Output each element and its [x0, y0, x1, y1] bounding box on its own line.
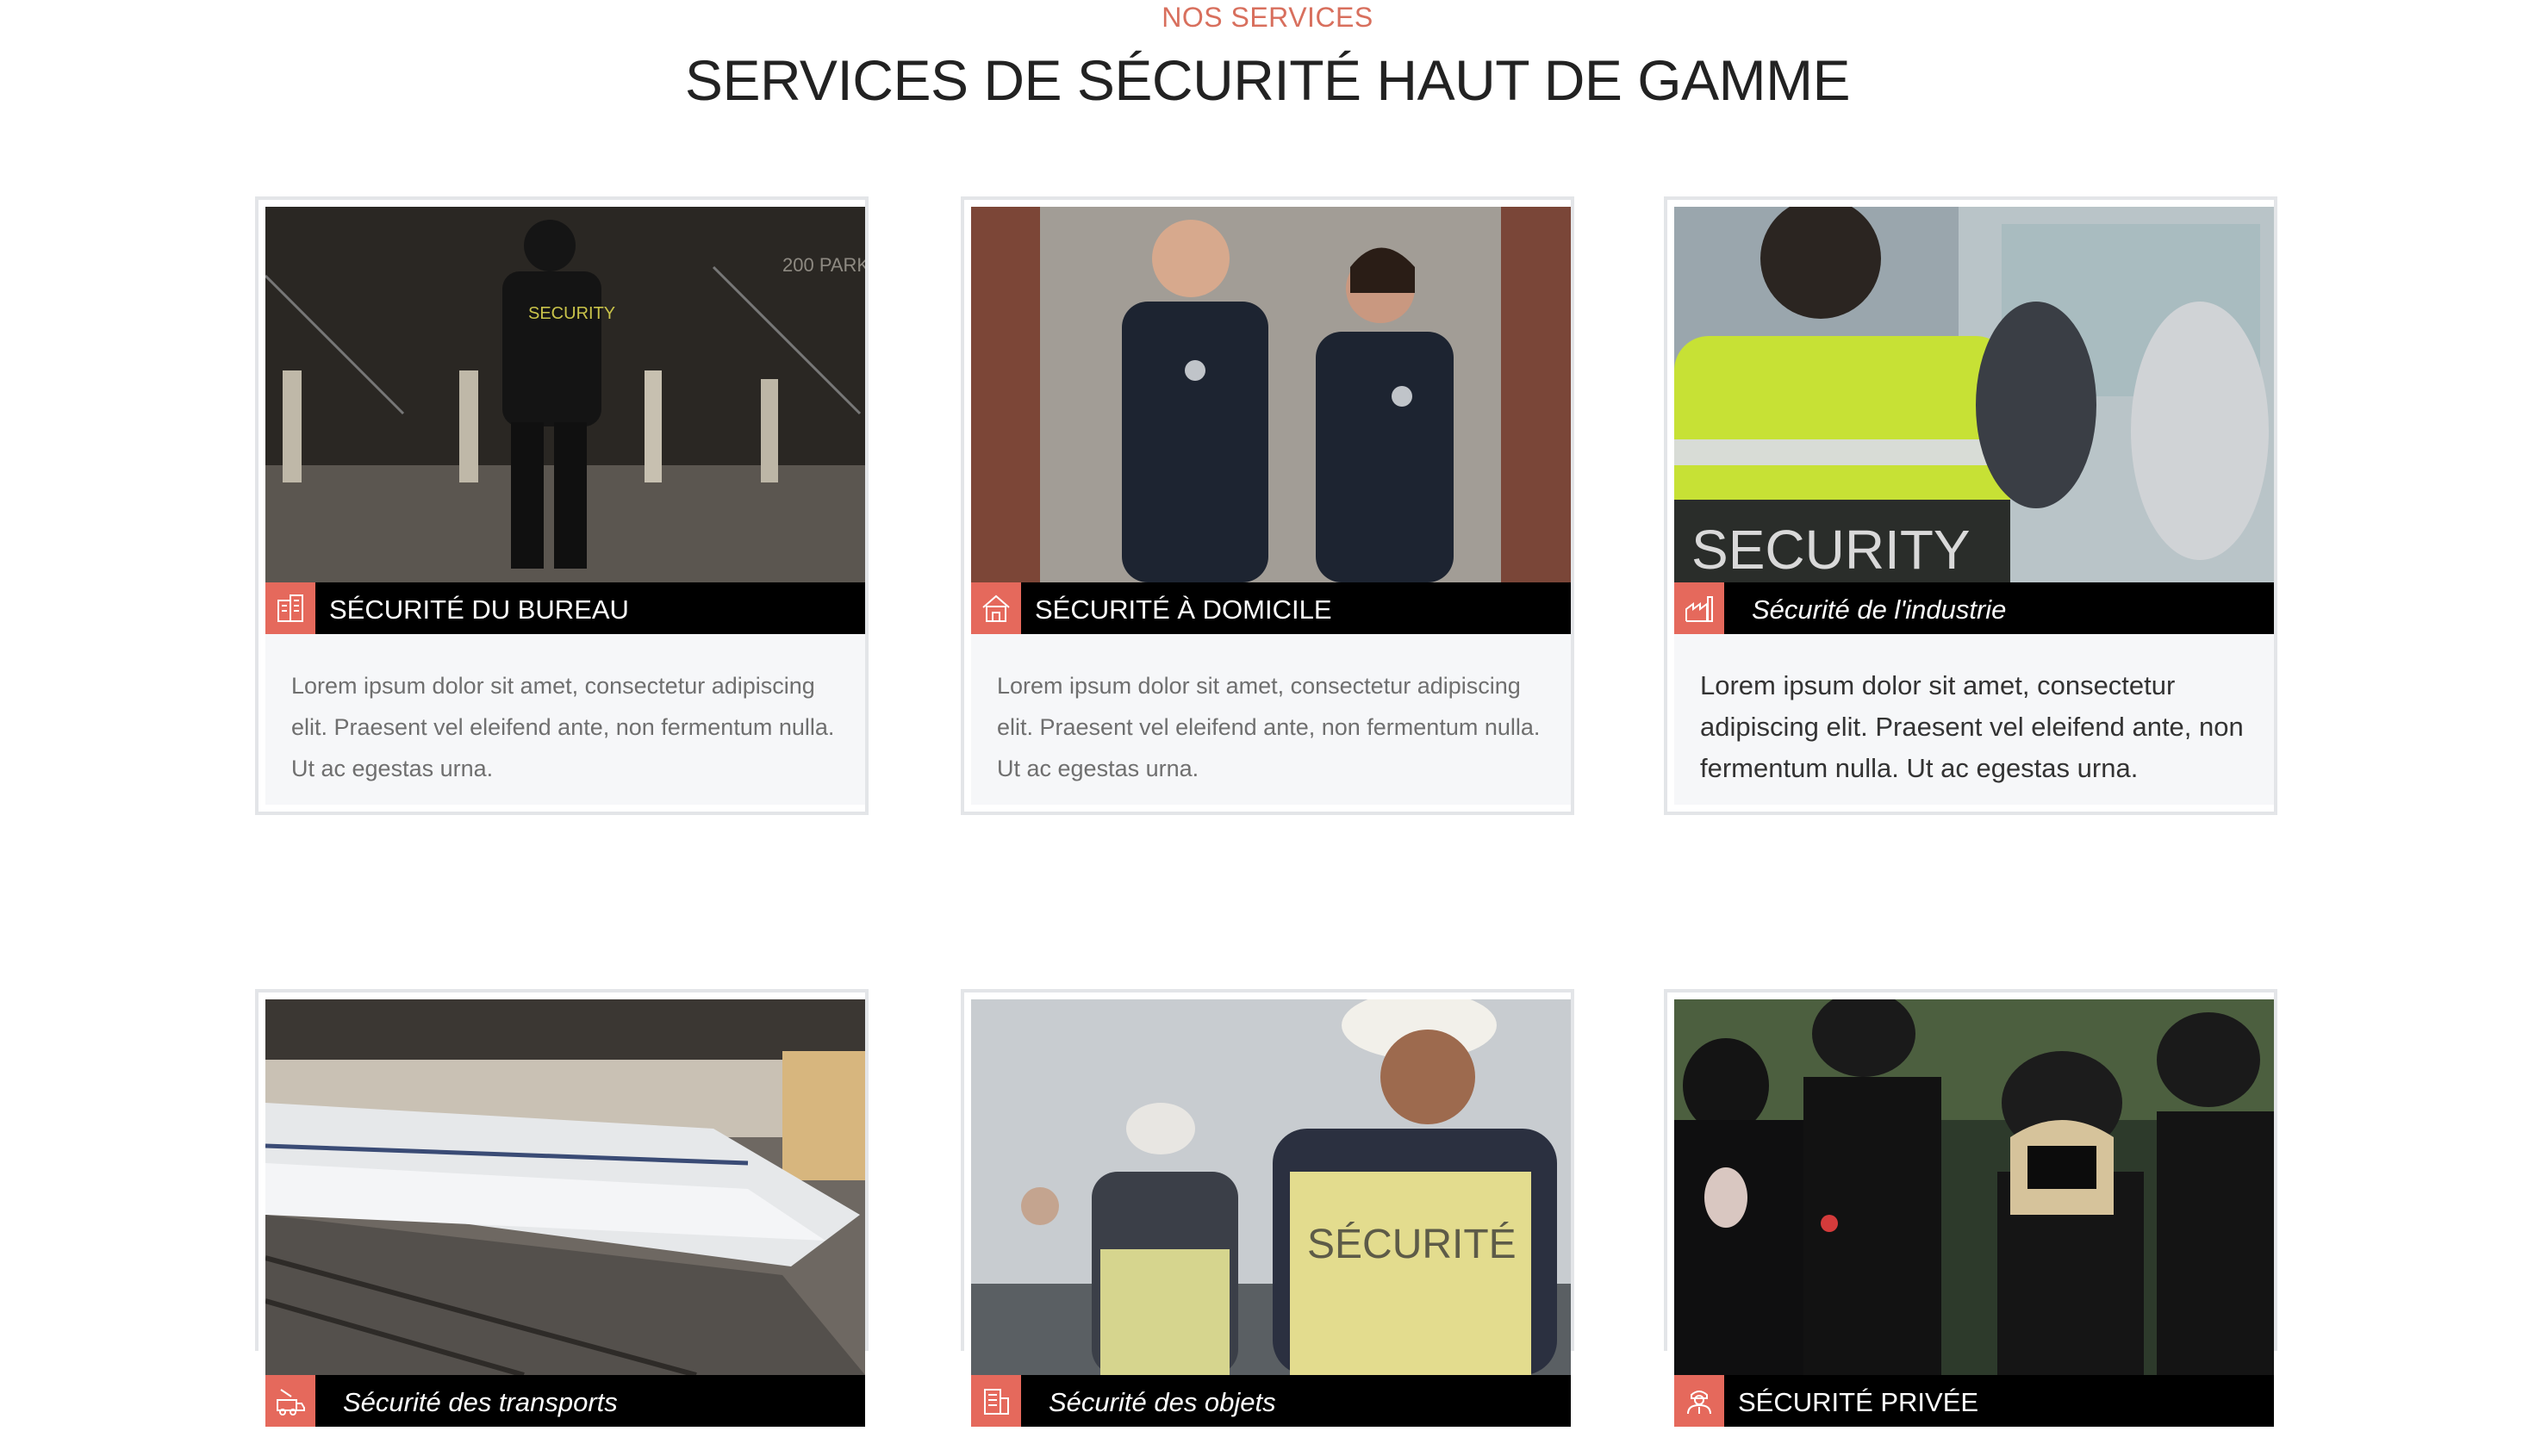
service-title: SÉCURITÉ PRIVÉE — [1738, 1387, 1979, 1417]
service-title: Sécurité des objets — [1049, 1387, 1276, 1417]
section-eyebrow: NOS SERVICES — [1162, 2, 1373, 33]
service-label-bar: SÉCURITÉ PRIVÉE — [1674, 1375, 2274, 1427]
service-card-industry[interactable]: SECURITY Sécurité de l'industrie Lorem i… — [1664, 196, 2277, 815]
home-icon — [971, 582, 1021, 634]
service-label-bar: SÉCURITÉ DU BUREAU — [265, 582, 865, 634]
service-card-office[interactable]: 200 PARK SECURITY SÉCURITÉ DU BUREAU Lor… — [255, 196, 869, 815]
service-image-private — [1674, 999, 2274, 1375]
service-label-bar: SÉCURITÉ À DOMICILE — [971, 582, 1571, 634]
service-description: Lorem ipsum dolor sit amet, consectetur … — [1674, 634, 2274, 805]
building-icon — [971, 1375, 1021, 1427]
service-image-office: 200 PARK SECURITY — [265, 207, 865, 582]
service-card-private[interactable]: SÉCURITÉ PRIVÉE — [1664, 989, 2277, 1427]
factory-icon — [1674, 582, 1724, 634]
service-title: Sécurité de l'industrie — [1752, 594, 2007, 625]
transport-icon — [265, 1375, 315, 1427]
service-label-bar: Sécurité des objets — [971, 1375, 1571, 1427]
service-label-bar: Sécurité des transports — [265, 1375, 865, 1427]
service-title: SÉCURITÉ DU BUREAU — [329, 594, 629, 625]
service-label-bar: Sécurité de l'industrie — [1674, 582, 2274, 634]
office-building-icon — [265, 582, 315, 634]
service-card-objects[interactable]: SÉCURITÉ Sécurité des objets — [961, 989, 1574, 1427]
service-description: Lorem ipsum dolor sit amet, consectetur … — [265, 634, 865, 805]
svg-text:200 PARK: 200 PARK — [782, 254, 865, 276]
service-image-transport — [265, 999, 865, 1375]
service-image-home — [971, 207, 1571, 582]
service-title: Sécurité des transports — [343, 1387, 618, 1417]
svg-text:SÉCURITÉ: SÉCURITÉ — [1307, 1222, 1517, 1267]
guard-person-icon — [1674, 1375, 1724, 1427]
section-title: SERVICES DE SÉCURITÉ HAUT DE GAMME — [684, 48, 1851, 112]
svg-text:SECURITY: SECURITY — [528, 304, 615, 323]
service-image-objects: SÉCURITÉ — [971, 999, 1571, 1375]
service-card-transport[interactable]: Sécurité des transports — [255, 989, 869, 1427]
service-title: SÉCURITÉ À DOMICILE — [1035, 594, 1332, 625]
service-image-industry: SECURITY — [1674, 207, 2274, 582]
service-description: Lorem ipsum dolor sit amet, consectetur … — [971, 634, 1571, 805]
service-card-home[interactable]: SÉCURITÉ À DOMICILE Lorem ipsum dolor si… — [961, 196, 1574, 815]
svg-text:SECURITY: SECURITY — [1691, 519, 1971, 581]
